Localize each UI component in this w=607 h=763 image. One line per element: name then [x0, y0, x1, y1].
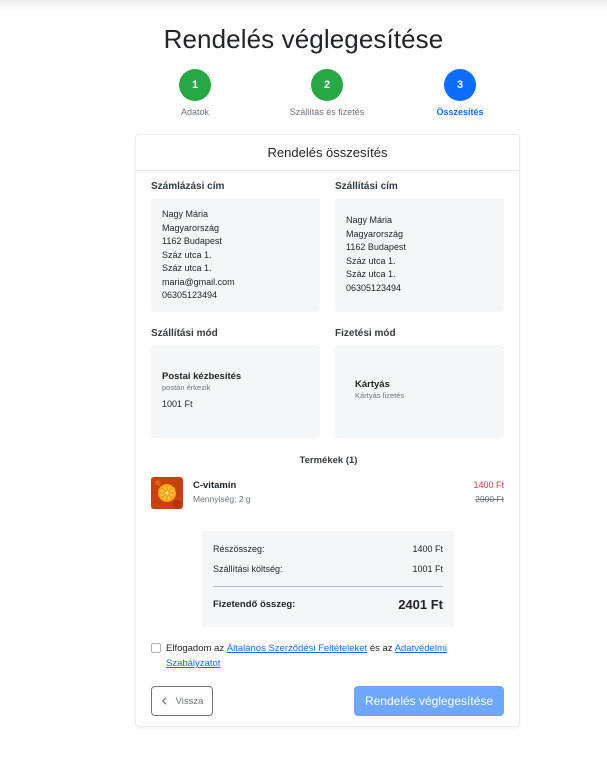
submit-order-label: Rendelés véglegesítése: [364, 694, 494, 708]
payment-method-desc: Kártyás fizetés: [355, 391, 405, 400]
total-value: 2401 Ft: [398, 597, 443, 612]
terms-prefix: Elfogadom az: [166, 643, 225, 654]
products-title: Termékek (1): [299, 455, 358, 466]
billing-address-box: Nagy Mária Magyarország 1162 Budapest Sz…: [151, 198, 320, 312]
top-shadow: [0, 0, 607, 10]
billing-line: Száz utca 1.: [162, 249, 212, 260]
shipping-line: Magyarország: [346, 228, 404, 239]
step-3: 3 Összesítés: [400, 69, 520, 117]
page-title: Rendelés véglegesítése: [163, 24, 444, 54]
billing-line: Magyarország: [162, 222, 220, 233]
shipping-phone: 06305123494: [346, 282, 402, 293]
product-price: 1400 Ft: [473, 480, 504, 490]
card-header: Rendelés összesítés: [136, 135, 519, 171]
product-quantity: Mennyiség: 2 g: [193, 494, 251, 504]
total-row: Fizetendő összeg: 2401 Ft: [213, 597, 443, 612]
shipping-method-box: Postai kézbesítés postán érkezik 1001 Ft: [151, 345, 320, 438]
billing-title: Számlázási cím: [151, 181, 225, 192]
terms-checkbox[interactable]: [151, 643, 161, 653]
shipping-line: 1162 Budapest: [346, 242, 406, 252]
orange-slice-icon: [151, 477, 183, 509]
terms-conditions-link[interactable]: Általános Szerződési Feltételeket: [227, 643, 367, 654]
product-old-price: 2000 Ft: [475, 494, 504, 504]
shipping-method-price: 1001 Ft: [162, 399, 193, 409]
chevron-left-icon: [161, 697, 167, 705]
payment-method-name: Kártyás: [355, 379, 390, 390]
billing-line: Száz utca 1.: [162, 263, 212, 273]
payment-method-title: Fizetési mód: [335, 328, 396, 339]
subtotal-row: Részösszeg: 1400 Ft: [213, 544, 443, 554]
product-image: [151, 477, 183, 509]
step-1: 1 Adatok: [135, 69, 255, 117]
shipping-cost-label: Szállítási költség:: [213, 564, 283, 574]
terms-text: Elfogadom az Általános Szerződési Feltét…: [166, 641, 486, 671]
shipping-method-title: Szállítási mód: [151, 328, 218, 339]
step-2-label: Szállítás és fizetés: [289, 107, 365, 117]
shipping-line: Nagy Mária: [346, 215, 393, 225]
step-3-circle: 3: [444, 69, 476, 101]
submit-order-button[interactable]: Rendelés véglegesítése: [354, 686, 504, 716]
shipping-address-title: Szállítási cím: [335, 181, 398, 192]
payment-method-box: Kártyás Kártyás fizetés: [335, 345, 504, 438]
step-3-label: Összesítés: [436, 107, 484, 117]
back-button[interactable]: Vissza: [151, 686, 213, 716]
step-2-circle: 2: [311, 69, 343, 101]
step-2: 2 Szállítás és fizetés: [267, 69, 387, 117]
terms-middle: és az: [369, 643, 393, 654]
back-button-label: Vissza: [175, 695, 204, 707]
shipping-line: Száz utca 1.: [346, 269, 396, 279]
price-summary: Részösszeg: 1400 Ft Szállítási költség: …: [202, 531, 454, 627]
shipping-cost-value: 1001 Ft: [412, 564, 443, 574]
step-1-label: Adatok: [180, 107, 210, 117]
order-summary-card: Rendelés összesítés Számlázási cím Nagy …: [135, 134, 520, 727]
billing-line: Nagy Mária: [162, 209, 209, 219]
shipping-line: Száz utca 1.: [346, 255, 396, 266]
step-1-circle: 1: [179, 69, 211, 101]
shipping-address-box: Nagy Mária Magyarország 1162 Budapest Sz…: [335, 198, 504, 312]
total-label: Fizetendő összeg:: [213, 599, 296, 610]
billing-email: maria@gmail.com: [162, 276, 235, 287]
shipping-cost-row: Szállítási költség: 1001 Ft: [213, 564, 443, 574]
billing-line: 1162 Budapest: [162, 236, 222, 246]
subtotal-value: 1400 Ft: [412, 544, 443, 554]
shipping-method-desc: postán érkezik: [162, 383, 211, 392]
billing-phone: 06305123494: [162, 290, 218, 300]
subtotal-label: Részösszeg:: [213, 544, 265, 554]
product-name: C-vitamin: [193, 480, 237, 491]
shipping-method-name: Postai kézbesítés: [162, 371, 242, 382]
summary-divider: [213, 586, 443, 587]
